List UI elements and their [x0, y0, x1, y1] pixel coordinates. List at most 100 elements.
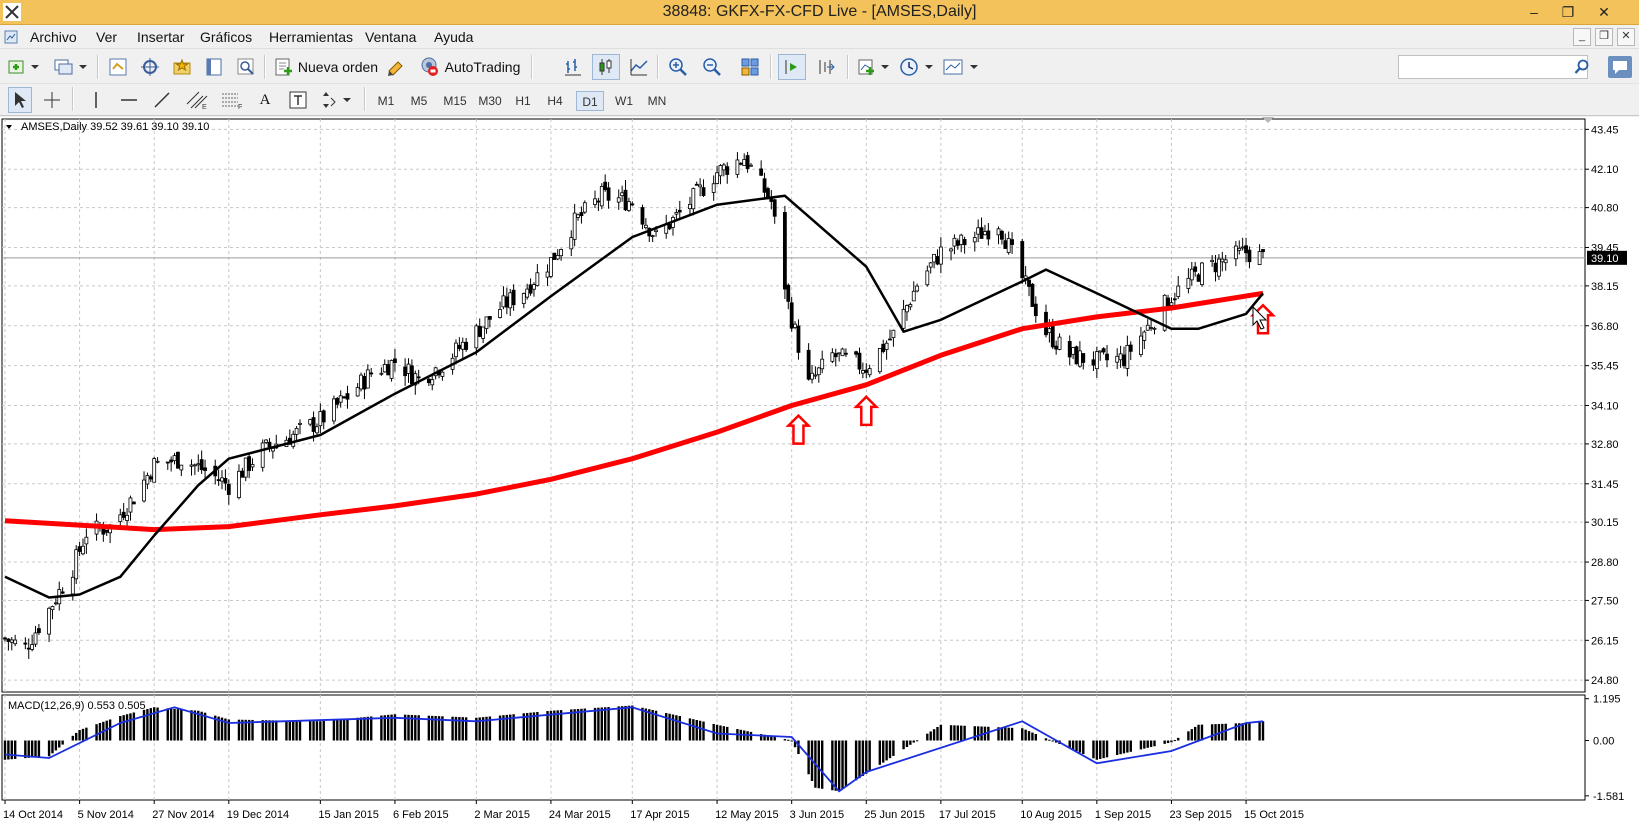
profiles-button[interactable]: [52, 54, 90, 80]
chart-shift-button[interactable]: [813, 54, 839, 80]
price-tick-label: 31.45: [1591, 479, 1619, 491]
menu-herramientas[interactable]: Herramientas: [269, 29, 353, 45]
line-chart-button[interactable]: [626, 54, 652, 80]
price-tick-label: 32.80: [1591, 439, 1619, 451]
navigator-button[interactable]: [137, 54, 163, 80]
timeframe-h1[interactable]: H1: [510, 91, 536, 111]
text-tool-button[interactable]: A: [253, 87, 277, 113]
macd-histogram-bar: [1241, 723, 1244, 741]
autoscroll-button[interactable]: [778, 54, 806, 80]
periods-button[interactable]: [898, 54, 936, 80]
minimize-button[interactable]: –: [1517, 0, 1551, 25]
fibonacci-button[interactable]: F: [218, 87, 246, 113]
timeframe-m15[interactable]: M15: [439, 91, 471, 111]
chart-shift-marker-icon[interactable]: [1262, 117, 1274, 123]
candle-body: [691, 188, 696, 210]
macd-histogram-bar: [773, 736, 776, 741]
cursor-button[interactable]: [8, 87, 32, 113]
menu-ventana[interactable]: Ventana: [365, 29, 416, 45]
candle-body: [250, 464, 255, 468]
candle-body: [762, 178, 767, 193]
candle-body: [1000, 230, 1004, 240]
new-chart-button[interactable]: [6, 54, 44, 80]
timeframe-mn[interactable]: MN: [642, 91, 672, 111]
candle-body: [915, 285, 920, 292]
candle-body: [260, 442, 265, 468]
vertical-line-button[interactable]: [84, 87, 108, 113]
menu-ver[interactable]: Ver: [96, 29, 117, 45]
menu-ayuda[interactable]: Ayuda: [434, 29, 473, 45]
macd-histogram-bar: [10, 740, 13, 760]
text-label-button[interactable]: [286, 87, 310, 113]
candle-body: [593, 198, 597, 205]
macd-histogram-bar: [583, 708, 587, 741]
bar-chart-button[interactable]: [560, 54, 586, 80]
channel-icon: E: [186, 91, 208, 110]
macd-histogram-bar: [597, 707, 600, 741]
chart-menu-triangle-icon[interactable]: [6, 125, 12, 129]
candle-body: [294, 427, 299, 435]
templates-button[interactable]: [941, 54, 981, 80]
candle-body: [155, 460, 160, 463]
favorites-button[interactable]: [169, 54, 195, 80]
crosshair-button[interactable]: [40, 87, 64, 113]
tile-windows-button[interactable]: [737, 54, 763, 80]
macd-histogram-bar: [1122, 740, 1126, 754]
mdi-restore-button[interactable]: ❐: [1595, 28, 1613, 46]
current-price-label: 39.10: [1591, 253, 1619, 265]
menu-archivo[interactable]: Archivo: [30, 29, 77, 45]
timeframe-h4[interactable]: H4: [542, 91, 568, 111]
candle-body: [935, 256, 940, 265]
autotrading-button[interactable]: AutoTrading: [414, 54, 524, 80]
date-tick-label: 12 May 2015: [715, 809, 779, 821]
macd-histogram-bar: [288, 720, 292, 741]
candle-body: [786, 284, 791, 302]
mdi-minimize-button[interactable]: _: [1573, 28, 1591, 46]
mdi-close-button[interactable]: ✕: [1617, 28, 1635, 46]
search-input[interactable]: [1398, 55, 1588, 79]
macd-histogram-bar: [322, 720, 325, 741]
indicators-button[interactable]: [856, 54, 892, 80]
candle-body: [321, 410, 326, 423]
data-window-button[interactable]: [201, 54, 227, 80]
chart-window-icon[interactable]: [4, 30, 18, 44]
timeframe-m30[interactable]: M30: [474, 91, 506, 111]
metaeditor-button[interactable]: [383, 54, 409, 80]
equidistant-channel-button[interactable]: E: [183, 87, 211, 113]
macd-histogram-bar: [695, 719, 698, 741]
macd-histogram-bar: [129, 713, 132, 741]
macd-histogram-bar: [607, 707, 610, 741]
horizontal-line-button[interactable]: [117, 87, 141, 113]
strategy-tester-button[interactable]: [233, 54, 259, 80]
timeframe-m5[interactable]: M5: [406, 91, 432, 111]
candle-body: [952, 237, 957, 247]
candle-body: [932, 253, 936, 263]
candle-body: [1196, 274, 1201, 282]
close-button[interactable]: ✕: [1587, 0, 1621, 25]
timeframe-d1[interactable]: D1: [576, 91, 604, 111]
trendline-button[interactable]: [150, 87, 174, 113]
restore-button[interactable]: ❐: [1551, 0, 1585, 25]
chart-window[interactable]: 43.45 42.10 40.80 39.45 38.15 36.80 35.45 34.10…: [0, 117, 1639, 827]
zoom-out-button[interactable]: [699, 54, 725, 80]
chat-button[interactable]: [1608, 56, 1632, 78]
menu-graficos[interactable]: Gráficos: [200, 29, 252, 45]
arrows-button[interactable]: [318, 87, 354, 113]
search-icon[interactable]: [1574, 59, 1590, 75]
timeframe-m1[interactable]: M1: [373, 91, 399, 111]
autoscroll-icon: [785, 60, 797, 74]
chart-canvas[interactable]: 43.4542.1040.8039.4538.1536.8035.4534.10…: [0, 117, 1639, 827]
candle-body: [1247, 249, 1252, 263]
menu-insertar[interactable]: Insertar: [137, 29, 184, 45]
zoom-in-button[interactable]: [665, 54, 691, 80]
candlestick-chart-button[interactable]: [592, 54, 620, 80]
candle-body: [504, 296, 509, 308]
candle-body: [925, 270, 930, 286]
macd-histogram-bar: [190, 710, 193, 741]
new-order-button[interactable]: Nueva orden: [272, 54, 380, 80]
candle-body: [1105, 353, 1109, 361]
timeframe-w1[interactable]: W1: [610, 91, 638, 111]
market-watch-button[interactable]: [105, 54, 131, 80]
candle-body: [23, 642, 28, 645]
candle-body: [477, 325, 482, 337]
